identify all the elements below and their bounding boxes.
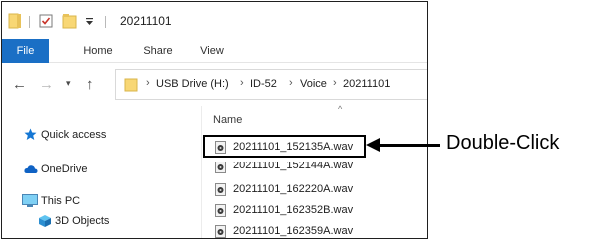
audio-file-icon	[215, 225, 226, 238]
file-name: 20211101_162352B.wav	[233, 204, 354, 216]
navigation-bar: ← → ▾ ↑ › USB Drive (H:) › ID-52 › Voice…	[2, 65, 427, 105]
breadcrumb-id-52[interactable]: ID-52	[250, 78, 277, 90]
highlight-box	[203, 135, 366, 158]
callout-arrow	[376, 144, 440, 147]
back-arrow-icon[interactable]: ←	[12, 76, 27, 93]
cloud-icon	[24, 165, 38, 173]
navigation-pane: Quick access OneDrive This PC 3D Objects	[2, 106, 200, 238]
separator	[105, 16, 106, 28]
double-click-label: Double-Click	[446, 132, 560, 154]
new-folder-icon[interactable]	[62, 13, 77, 29]
star-icon	[24, 128, 37, 140]
list-item[interactable]: 20211101_162220A.wav	[209, 181, 419, 198]
window-title: 20211101	[120, 14, 172, 28]
column-header-name[interactable]: Name	[213, 114, 242, 126]
file-name: 20211101_162220A.wav	[233, 183, 354, 195]
breadcrumb-20211101[interactable]: 20211101	[343, 78, 390, 90]
file-name: 20211101_152144A.wav	[233, 162, 354, 171]
audio-file-icon	[215, 204, 226, 217]
chevron-right-icon[interactable]: ›	[289, 77, 293, 89]
pane-divider[interactable]	[201, 106, 202, 238]
chevron-right-icon[interactable]: ›	[146, 77, 150, 89]
folder-icon	[124, 78, 138, 92]
properties-icon[interactable]	[39, 14, 53, 28]
sidebar-item-label: Quick access	[41, 129, 107, 141]
chevron-right-icon[interactable]: ›	[333, 77, 337, 89]
sidebar-item-label: 3D Objects	[55, 215, 110, 227]
list-item[interactable]: 20211101_162352B.wav	[209, 202, 419, 219]
customize-toolbar-icon[interactable]	[85, 18, 94, 26]
breadcrumb-voice[interactable]: Voice	[300, 78, 327, 90]
sidebar-item-label: This PC	[41, 195, 81, 207]
sort-ascending-icon: ^	[338, 104, 343, 114]
explorer-window: 20211101 File Home Share View ← → ▾ ↑ › …	[1, 1, 428, 239]
address-bar[interactable]: › USB Drive (H:) › ID-52 › Voice › 20211…	[115, 69, 427, 100]
sidebar-item-label: OneDrive	[41, 163, 88, 175]
tab-view[interactable]: View	[192, 39, 232, 63]
ribbon: File Home Share View	[2, 39, 427, 63]
list-item[interactable]: 20211101_152144A.wav	[209, 162, 419, 174]
monitor-icon	[22, 194, 38, 207]
list-item[interactable]: 20211101_162359A.wav	[209, 223, 419, 238]
up-arrow-icon[interactable]: ↑	[86, 76, 94, 93]
tab-share[interactable]: Share	[136, 39, 180, 63]
file-name: 20211101_162359A.wav	[233, 225, 354, 237]
cube-icon	[39, 215, 51, 227]
folder-icon	[8, 13, 21, 29]
audio-file-icon	[215, 162, 226, 173]
title-bar: 20211101	[2, 2, 427, 39]
recent-locations-chevron-icon[interactable]: ▾	[66, 78, 71, 89]
breadcrumb-usb-drive[interactable]: USB Drive (H:)	[156, 78, 229, 90]
separator	[29, 16, 30, 28]
file-list: ^ Name 20211101_152135A.wav 20211101_152…	[201, 104, 427, 238]
audio-file-icon	[215, 183, 226, 196]
forward-arrow-icon[interactable]: →	[39, 76, 54, 93]
chevron-right-icon[interactable]: ›	[240, 77, 244, 89]
tab-home[interactable]: Home	[76, 39, 120, 63]
tab-file[interactable]: File	[2, 39, 49, 63]
